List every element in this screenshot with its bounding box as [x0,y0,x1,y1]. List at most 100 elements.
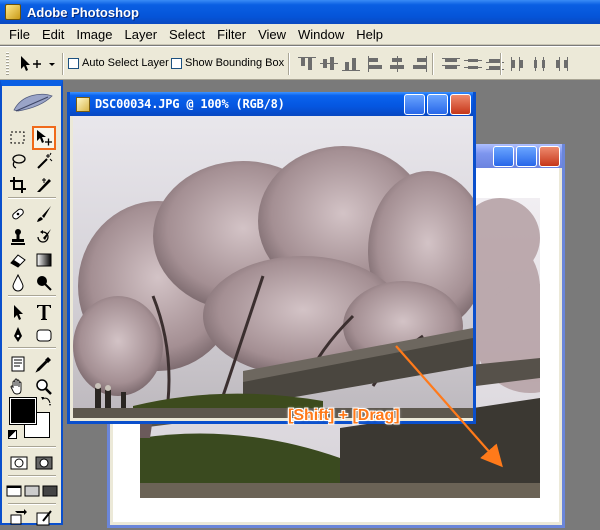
show-bounding-box-option[interactable]: Show Bounding Box [171,57,284,69]
menu-select[interactable]: Select [164,27,210,42]
close-button[interactable] [450,94,471,115]
quick-mask-mode-button[interactable] [33,452,55,474]
menu-view[interactable]: View [253,27,291,42]
pen-tool[interactable] [7,324,29,346]
background-minimize-button[interactable] [493,146,514,167]
options-grip[interactable] [6,52,9,76]
align-horizontal-centers-icon[interactable] [388,56,406,72]
eyedropper-tool[interactable] [33,353,55,375]
shape-tool[interactable] [33,324,55,346]
screen-mode-standard-icon [6,485,22,497]
show-bounding-box-checkbox[interactable] [171,57,182,69]
slice-tool[interactable] [33,174,55,196]
screen-mode-full-menu-icon [24,485,40,497]
auto-select-layer-checkbox[interactable] [68,57,79,69]
path-selection-tool[interactable] [7,301,29,323]
swap-colors-icon[interactable] [40,395,52,407]
options-bar: Auto Select Layer Show Bounding Box [0,46,600,80]
clone-stamp-icon [11,229,25,245]
align-top-edges-icon[interactable] [298,56,316,72]
history-brush-tool[interactable] [33,226,55,248]
default-colors-icon[interactable] [8,430,17,439]
slice-icon [37,178,51,192]
type-tool[interactable] [33,301,55,323]
move-icon [37,130,52,146]
auto-select-layer-label: Auto Select Layer [82,57,169,69]
distribute-right-icon[interactable] [553,56,571,72]
align-left-edges-icon[interactable] [366,56,384,72]
show-bounding-box-label: Show Bounding Box [185,57,285,69]
lasso-tool[interactable] [7,150,29,172]
dodge-tool[interactable] [33,272,55,294]
menu-layer[interactable]: Layer [120,27,163,42]
shift-drag-annotation: [Shift] + [Drag] [288,407,400,424]
menu-image[interactable]: Image [71,27,117,42]
menu-window[interactable]: Window [293,27,349,42]
brush-tool[interactable] [33,203,55,225]
app-title-bar[interactable]: Adobe Photoshop [0,0,600,24]
hand-icon [10,378,22,395]
standard-mode-icon [10,456,28,470]
foreground-color-swatch[interactable] [9,397,37,425]
distribute-center-icon[interactable] [464,56,482,72]
crop-icon [10,177,26,193]
eraser-tool[interactable] [7,249,29,271]
blur-icon [12,274,24,292]
document-icon [76,96,90,112]
auto-select-layer-option[interactable]: Auto Select Layer [68,57,169,69]
photoshop-feather-icon[interactable] [8,90,56,116]
gradient-tool[interactable] [33,249,55,271]
path-selection-icon [14,305,23,320]
screen-mode-full-icon [42,485,58,497]
jump-to-imageready-button[interactable] [8,507,30,529]
distribute-horizontal-center-icon[interactable] [531,56,549,72]
healing-brush-icon [12,208,24,220]
background-maximize-button[interactable] [516,146,537,167]
toolbox [0,80,63,526]
shape-icon [36,329,52,342]
move-tool[interactable] [32,126,56,150]
background-close-button[interactable] [539,146,560,167]
zoom-icon [36,379,52,395]
menu-filter[interactable]: Filter [212,27,251,42]
clone-stamp-tool[interactable] [7,226,29,248]
standard-screen-mode-button[interactable] [5,480,23,502]
gradient-icon [36,253,52,267]
brush-icon [37,206,51,222]
edit-in-imageready-button[interactable] [33,507,55,529]
marquee-icon [10,131,25,144]
distribute-top-icon[interactable] [442,56,460,72]
standard-mode-button[interactable] [8,452,30,474]
type-icon [37,305,51,320]
dodge-icon [37,276,52,291]
active-document-window: DSC00034.JPG @ 100% (RGB/8) [67,92,476,424]
full-screen-menu-mode-button[interactable] [23,480,41,502]
move-tool-preset-icon[interactable] [17,55,61,73]
align-right-edges-icon[interactable] [410,56,428,72]
active-document-title-bar[interactable]: DSC00034.JPG @ 100% (RGB/8) [70,92,473,116]
marquee-tool[interactable] [7,127,29,149]
hand-tool[interactable] [7,376,29,398]
menu-help[interactable]: Help [351,27,388,42]
magic-wand-tool[interactable] [33,150,55,172]
lasso-icon [12,154,26,169]
distribute-left-icon[interactable] [509,56,527,72]
quick-mask-icon [35,456,53,470]
maximize-button[interactable] [427,94,448,115]
notes-icon [11,356,25,372]
align-bottom-edges-icon[interactable] [342,56,360,72]
full-screen-mode-button[interactable] [41,480,59,502]
menu-edit[interactable]: Edit [37,27,69,42]
healing-brush-tool[interactable] [7,203,29,225]
blur-tool[interactable] [7,272,29,294]
crop-tool[interactable] [7,174,29,196]
cherry-blossom-photo[interactable] [73,116,473,418]
align-vertical-centers-icon[interactable] [320,56,338,72]
document-title: DSC00034.JPG @ 100% (RGB/8) [95,97,285,111]
menu-file[interactable]: File [4,27,35,42]
notes-tool[interactable] [7,353,29,375]
align-group-vertical [366,56,432,72]
eyedropper-icon [35,357,51,373]
minimize-button[interactable] [404,94,425,115]
eraser-icon [10,254,26,268]
